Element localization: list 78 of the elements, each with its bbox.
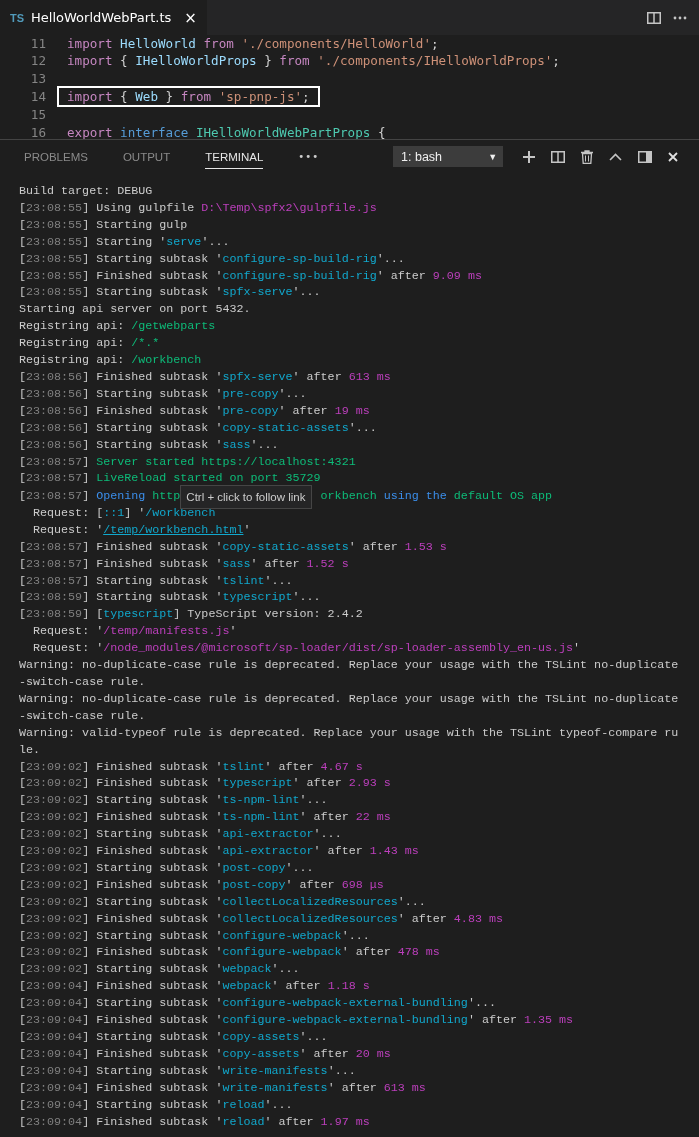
terminal-line: [23:08:59] Starting subtask 'typescript'... bbox=[19, 589, 322, 607]
terminal-line: [23:09:02] Finished subtask 'typescript' after 2.93 s bbox=[19, 775, 392, 793]
terminal-line: [23:09:02] Finished subtask 'collectLocalizedResources' after 4.83 ms bbox=[19, 910, 504, 928]
tooltip: Ctrl + click to follow link bbox=[180, 485, 312, 510]
terminal-line: Request: '/temp/manifests.js' bbox=[32, 623, 238, 641]
terminal-line: [23:08:55] Using gulpfile D:\Temp\spfx2\gulpfile.js bbox=[19, 199, 378, 217]
panel-tab[interactable]: TERMINAL bbox=[205, 144, 264, 169]
terminal-line: Starting api server on port 5432. bbox=[19, 301, 252, 319]
terminal-line: [23:09:02] Starting subtask 'post-copy'... bbox=[19, 859, 315, 877]
more-actions-icon[interactable] bbox=[673, 15, 687, 20]
line-number: 11 bbox=[29, 36, 47, 52]
close-icon[interactable] bbox=[668, 151, 679, 162]
terminal-line: [23:09:02] Starting subtask 'webpack'... bbox=[19, 961, 301, 979]
line-number: 15 bbox=[29, 107, 47, 123]
terminal-line: [23:09:02] Finished subtask 'tslint' after 4.67 s bbox=[19, 758, 364, 776]
line-number: 14 bbox=[29, 89, 47, 105]
terminal-line: [23:09:02] Starting subtask 'collectLocalizedResources'... bbox=[19, 893, 427, 911]
terminal-line: [23:08:57] LiveReload started on port 35729 bbox=[19, 470, 322, 488]
terminal-line: Build target: DEBUG bbox=[19, 183, 154, 200]
terminal-line: Registring api: /*.* bbox=[19, 335, 161, 353]
code-line: export interface IHelloWorldWebPartProps { bbox=[67, 124, 386, 139]
terminal-line: [23:08:55] Starting 'serve'... bbox=[19, 233, 231, 251]
terminal-line: [23:09:02] Finished subtask 'post-copy' after 698 μs bbox=[19, 876, 385, 894]
terminal-line: [23:09:04] Finished subtask 'copy-assets' after 20 ms bbox=[19, 1045, 392, 1063]
line-number: 13 bbox=[29, 70, 47, 86]
terminal-line: [23:09:04] Starting subtask 'write-manifests'... bbox=[19, 1062, 357, 1080]
terminal-line: [23:09:04] Finished subtask 'webpack' after 1.18 s bbox=[19, 978, 371, 996]
terminal-line: [23:09:02] Finished subtask 'configure-webpack' after 478 ms bbox=[19, 944, 441, 962]
chevron-up-icon[interactable] bbox=[609, 152, 623, 161]
split-terminal-icon[interactable] bbox=[551, 150, 566, 163]
editor-tab[interactable]: TS HelloWorldWebPart.ts × bbox=[0, 0, 207, 35]
close-tab-button[interactable]: × bbox=[184, 8, 197, 27]
panel-tab[interactable]: OUTPUT bbox=[122, 144, 171, 169]
terminal-line: [23:08:57] Finished subtask 'copy-static-assets' after 1.53 s bbox=[19, 538, 448, 556]
terminal-line: Warning: no-duplicate-case rule is deprecated. Replace your usage with the TSLint no-duplicate-switch-case rule. bbox=[19, 657, 679, 691]
terminal-line: [23:09:04] Finished subtask 'reload' after 1.97 ms bbox=[19, 1113, 371, 1131]
terminal-link[interactable]: /temp/workbench.html bbox=[103, 522, 244, 537]
terminal-line: Warning: valid-typeof rule is deprecated. Replace your usage with the TSLint typeof-compare rule. bbox=[19, 724, 679, 759]
terminal-line: [23:08:56] Finished subtask 'pre-copy' after 19 ms bbox=[19, 402, 371, 420]
code-line: import { IHelloWorldProps } from './components/IHelloWorldProps'; bbox=[67, 53, 560, 69]
terminal-line: [23:09:02] Finished subtask 'ts-npm-lint' after 22 ms bbox=[19, 809, 392, 827]
terminal-line: Warning: no-duplicate-case rule is deprecated. Replace your usage with the TSLint no-duplicate-switch-case rule. bbox=[19, 690, 679, 725]
terminal-line: [23:09:04] Starting subtask 'reload'... bbox=[19, 1096, 294, 1114]
terminal-line: [23:08:55] Finished subtask 'configure-sp-build-rig' after 9.09 ms bbox=[19, 267, 483, 285]
terminal-line: [23:09:04] Starting subtask 'copy-assets'... bbox=[19, 1029, 329, 1046]
plus-icon[interactable] bbox=[523, 150, 536, 163]
terminal-line: [23:09:02] Starting subtask 'api-extractor'... bbox=[19, 826, 343, 844]
terminal-line: [23:09:02] Starting subtask 'ts-npm-lint'... bbox=[19, 792, 329, 810]
line-number: 16 bbox=[29, 124, 47, 139]
terminal-line: [23:08:57] Server started https://localhost:4321 bbox=[19, 453, 357, 471]
typescript-file-icon: TS bbox=[10, 11, 25, 24]
split-editor-icon[interactable] bbox=[647, 11, 661, 24]
terminal-line: [23:08:55] Starting gulp bbox=[19, 216, 189, 234]
maximize-panel-icon[interactable] bbox=[638, 150, 653, 163]
terminal-dropdown[interactable]: 1: bash ▼ bbox=[393, 146, 504, 167]
terminal-line: [23:08:56] Starting subtask 'copy-static-assets'... bbox=[19, 419, 378, 437]
code-line: import HelloWorld from './components/HelloWorld'; bbox=[67, 36, 439, 52]
terminal-line: [23:08:59] [typescript] TypeScript version: 2.4.2 bbox=[19, 606, 364, 624]
terminal-line: [23:08:57] Finished subtask 'sass' after 1.52 s bbox=[19, 555, 350, 573]
terminal-line: [23:09:04] Starting subtask 'configure-webpack-external-bundling'... bbox=[19, 995, 497, 1013]
trash-icon[interactable] bbox=[581, 149, 594, 164]
terminal-line: [23:08:56] Starting subtask 'sass'... bbox=[19, 436, 280, 454]
more-button[interactable]: ••• bbox=[298, 151, 320, 162]
terminal-line: Registring api: /getwebparts bbox=[19, 318, 217, 336]
terminal-line: Request: '/temp/workbench.html' bbox=[32, 521, 252, 539]
terminal-line: [23:08:57] Starting subtask 'tslint'... bbox=[19, 572, 294, 590]
terminal-line: [23:08:56] Finished subtask 'spfx-serve' after 613 ms bbox=[19, 368, 392, 386]
line-number: 12 bbox=[29, 53, 47, 69]
panel-tab[interactable]: PROBLEMS bbox=[24, 144, 88, 169]
terminal-line: [23:09:04] Finished subtask 'write-manifests' after 613 ms bbox=[19, 1079, 427, 1097]
terminal-line: Request: '/node_modules/@microsoft/sp-loader/dist/sp-loader-assembly_en-us.js' bbox=[32, 640, 582, 658]
terminal-line: [23:09:04] Finished subtask 'configure-webpack-external-bundling' after 1.35 ms bbox=[19, 1012, 575, 1029]
terminal-line: [23:08:55] Starting subtask 'spfx-serve'... bbox=[19, 284, 322, 302]
terminal-line: [23:08:56] Starting subtask 'pre-copy'... bbox=[19, 385, 308, 403]
terminal-line: [23:09:02] Finished subtask 'api-extractor' after 1.43 ms bbox=[19, 843, 420, 860]
terminal-line: [23:09:02] Starting subtask 'configure-webpack'... bbox=[19, 927, 371, 945]
terminal-line: Registring api: /workbench bbox=[19, 352, 203, 369]
terminal-line: [23:08:55] Starting subtask 'configure-sp-build-rig'... bbox=[19, 250, 406, 268]
